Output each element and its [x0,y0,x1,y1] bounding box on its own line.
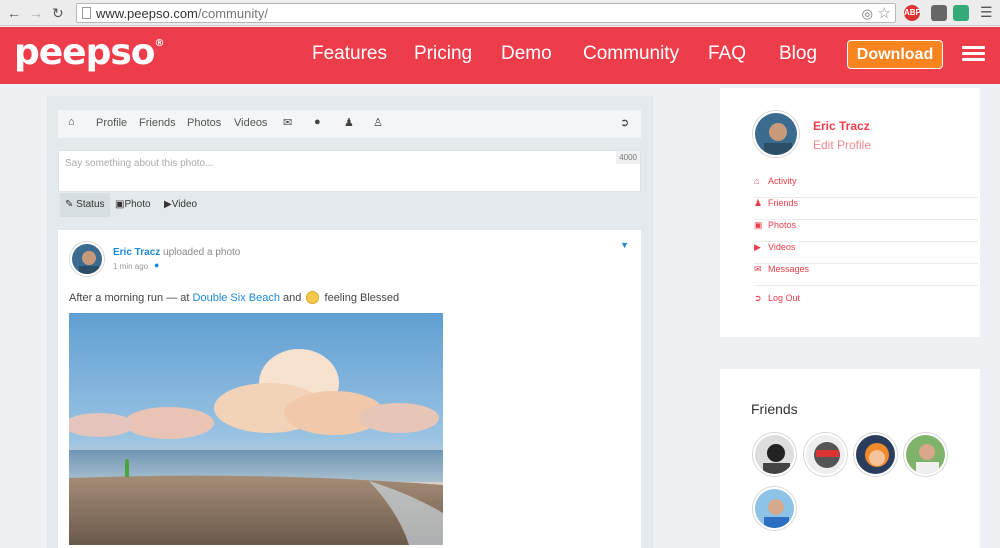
adblock-extension-icon[interactable]: ABP [904,5,921,21]
activity-post: Eric Tracz uploaded a photo 1 min ago ● … [58,230,641,548]
sidebar-item-activity[interactable]: ⌂ Activity [754,176,978,198]
bookmark-star-icon[interactable]: ☆ [878,4,891,22]
extension-icon[interactable] [953,5,969,21]
chevron-down-icon[interactable]: ▼ [620,240,629,250]
nav-features[interactable]: Features [312,43,387,65]
subnav-photos[interactable]: Photos [187,117,221,129]
post-author-line: Eric Tracz uploaded a photo [113,247,241,258]
page-icon [82,7,91,19]
users-icon: ♟ [754,198,763,208]
extension-icon[interactable] [931,5,947,21]
avatar[interactable] [753,111,799,157]
reload-icon[interactable]: ↻ [52,4,64,22]
tab-photo[interactable]: ▣Photo [110,193,156,217]
site-header: peepso® Features Pricing Demo Community … [0,27,1000,84]
envelope-icon: ✉ [754,264,762,274]
play-icon: ▶ [164,199,172,210]
globe-icon: ● [154,260,160,270]
character-counter: 4000 [616,151,640,164]
post-text: After a morning run — at Double Six Beac… [69,291,400,304]
browser-menu-icon[interactable]: ☰ [980,4,993,21]
envelope-icon[interactable]: ✉ [283,116,292,129]
address-bar[interactable]: www.peepso.com/community/ ◎ ☆ [76,3,896,23]
logout-link[interactable]: ➲ Log Out [754,293,978,315]
forward-arrow-icon[interactable]: → [29,4,43,22]
profile-subnav: ⌂ Profile Friends Photos Videos ✉ ● ♟ ♙ … [58,110,641,138]
post-type-tabs: ✎ Status ▣Photo ▶Video [58,193,641,217]
back-arrow-icon[interactable]: ← [7,4,21,22]
edit-profile-link[interactable]: Edit Profile [813,138,871,152]
tab-status[interactable]: ✎ Status [60,193,110,217]
browser-toolbar: ← → ↻ www.peepso.com/community/ ◎ ☆ ABP … [0,0,1000,26]
profile-name[interactable]: Eric Tracz [813,119,870,133]
friend-avatar[interactable] [804,433,847,476]
play-icon: ▶ [754,242,761,252]
hamburger-menu-icon[interactable] [962,46,985,62]
nav-demo[interactable]: Demo [501,43,552,65]
friend-avatar[interactable] [753,433,796,476]
url-text: www.peepso.com/community/ [96,6,268,21]
post-photo[interactable] [69,313,443,545]
download-button[interactable]: Download [847,40,943,69]
friend-avatar[interactable] [753,487,796,530]
nav-blog[interactable]: Blog [779,43,817,65]
status-input[interactable] [59,151,640,191]
pencil-icon: ✎ [65,199,74,210]
friend-avatar[interactable] [904,433,947,476]
friend-avatar[interactable] [854,433,897,476]
sign-out-icon: ➲ [754,293,762,303]
sidebar-item-videos[interactable]: ▶ Videos [754,242,978,264]
camera-icon: ▣ [754,220,763,230]
globe-icon[interactable]: ● [314,116,321,128]
home-icon[interactable]: ⌂ [68,116,75,128]
user-icon[interactable]: ♟ [344,116,354,129]
avatar[interactable] [70,242,104,276]
user-plus-icon[interactable]: ♙ [373,116,383,129]
profile-widget: Eric Tracz Edit Profile ⌂ Activity ♟ Frien… [720,88,980,337]
blessed-emoji-icon [306,291,320,304]
nav-pricing[interactable]: Pricing [414,43,472,65]
author-link[interactable]: Eric Tracz [113,247,160,258]
tab-video[interactable]: ▶Video [159,193,202,217]
subnav-profile[interactable]: Profile [96,117,127,129]
friends-title: Friends [751,401,798,417]
sidebar-item-photos[interactable]: ▣ Photos [754,220,978,242]
friends-widget: Friends [720,369,980,548]
post-composer: 4000 [58,150,641,192]
peepso-logo[interactable]: peepso® [14,32,165,73]
home-icon: ⌂ [754,176,760,186]
subnav-videos[interactable]: Videos [234,117,267,129]
subnav-friends[interactable]: Friends [139,117,176,129]
location-link[interactable]: Double Six Beach [193,292,280,304]
post-timestamp[interactable]: 1 min ago [113,262,148,271]
nav-faq[interactable]: FAQ [708,43,746,65]
sign-out-icon[interactable]: ➲ [620,116,629,129]
nav-community[interactable]: Community [583,43,679,65]
sidebar-item-messages[interactable]: ✉ Messages [754,264,978,286]
location-target-icon[interactable]: ◎ [862,6,873,22]
sidebar-item-friends[interactable]: ♟ Friends [754,198,978,220]
